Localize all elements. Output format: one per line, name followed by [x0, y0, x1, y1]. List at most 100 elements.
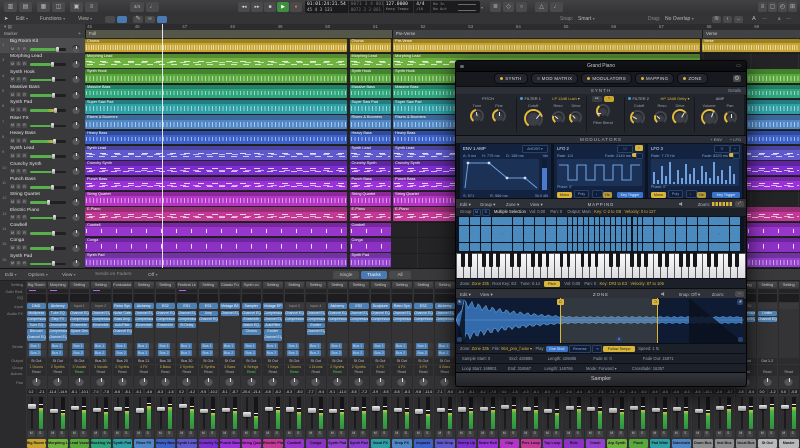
group-slot[interactable]: 1 Drums: [27, 365, 47, 370]
channel-setting-button[interactable]: Setting: [91, 282, 111, 288]
mixer-strip[interactable]: SettingAlchemyChannel EQCompressorBus 1B…: [327, 281, 348, 448]
lfo2-hz-icon[interactable]: Hz: [603, 192, 612, 198]
zone-cell[interactable]: [524, 234, 534, 242]
strip-mute-button[interactable]: M: [609, 431, 616, 437]
black-key[interactable]: [616, 253, 620, 267]
tab-mod-matrix[interactable]: MOD MATRIX: [531, 73, 579, 84]
loop-start[interactable]: Loop Start: 169801: [462, 366, 497, 371]
eq-thumbnail[interactable]: [70, 294, 90, 302]
mute-button[interactable]: M: [10, 245, 15, 250]
zrow-zone-name[interactable]: Zone 335: [472, 346, 489, 351]
strip-solo-button[interactable]: S: [661, 431, 668, 437]
region[interactable]: Risers & Boomers: [85, 115, 347, 129]
eq-thumbnail[interactable]: [263, 294, 283, 302]
fader-cap[interactable]: [652, 408, 660, 412]
fx-slot[interactable]: Tube EQ: [49, 311, 68, 317]
volume-slider[interactable]: [30, 94, 66, 97]
strip-name-label[interactable]: Punch Bass: [220, 439, 240, 448]
fx-slot[interactable]: Channel EQ: [264, 335, 283, 341]
zone-cell[interactable]: [546, 226, 556, 234]
volume-thumb[interactable]: [51, 62, 54, 67]
zone-cell[interactable]: [584, 234, 588, 242]
sample-end[interactable]: End: 426885: [509, 356, 532, 361]
lfo2-phase[interactable]: Phase: 0°: [557, 185, 573, 189]
solo-button[interactable]: S: [16, 230, 21, 235]
send-slot[interactable]: Bus 2: [135, 350, 154, 356]
eq-thumbnail[interactable]: [349, 294, 369, 302]
fader-cap[interactable]: [372, 406, 380, 410]
zone-cell[interactable]: [513, 243, 523, 251]
region[interactable]: Synth Lead: [85, 146, 347, 160]
fader-cap[interactable]: [265, 407, 273, 411]
region[interactable]: Verse: [702, 39, 800, 53]
zone-cell[interactable]: [611, 243, 615, 251]
zone-cell[interactable]: [643, 234, 653, 242]
fx-slot[interactable]: Compressor: [178, 317, 197, 323]
mixer-strip[interactable]: MorphingAlchemyTube EQStep FXChromaVerbC…: [48, 281, 69, 448]
zone-fit-icon[interactable]: ↔: [735, 291, 744, 297]
group-slot[interactable]: 2 Synths: [199, 365, 219, 370]
fader-cap[interactable]: [458, 407, 466, 411]
mapping-zoom-slider[interactable]: [712, 202, 732, 206]
fx-slot[interactable]: Compressor: [92, 317, 111, 323]
group-mute-button[interactable]: M: [473, 209, 481, 216]
zone-cell[interactable]: [595, 243, 599, 251]
region[interactable]: Chorus: [85, 39, 347, 53]
volume-slider[interactable]: [30, 171, 66, 174]
volume-thumb[interactable]: [52, 261, 55, 266]
mixer-icon[interactable]: ▣: [70, 2, 83, 12]
black-key[interactable]: [728, 253, 732, 267]
volume-thumb[interactable]: [52, 77, 55, 82]
zone-cell[interactable]: [654, 217, 664, 225]
input-slot[interactable]: [758, 303, 778, 310]
strip-solo-button[interactable]: S: [209, 431, 216, 437]
tune-knob[interactable]: [470, 109, 484, 123]
tool-button-2[interactable]: [117, 16, 127, 23]
pan-knob[interactable]: [72, 229, 80, 237]
region[interactable]: Conga: [350, 238, 391, 252]
fx-slot[interactable]: Match EQ: [242, 323, 261, 329]
strip-name-label[interactable]: Master: [779, 439, 799, 448]
zone-cell[interactable]: [481, 226, 491, 234]
mute-button[interactable]: M: [10, 184, 15, 189]
automation-mode-button[interactable]: Read: [199, 370, 219, 376]
zoom-slider-h[interactable]: —: [786, 16, 791, 22]
zone-cell[interactable]: [578, 226, 582, 234]
strip-mute-button[interactable]: M: [351, 431, 358, 437]
strip-pan-knob[interactable]: [204, 377, 213, 386]
pan-knob[interactable]: [72, 106, 80, 114]
add-marker-icon[interactable]: +: [78, 31, 81, 37]
zoom-h-icon[interactable]: ↔: [734, 16, 743, 23]
record-enable-button[interactable]: R: [22, 123, 27, 128]
strip-solo-button[interactable]: S: [639, 431, 646, 437]
strip-mute-button[interactable]: M: [71, 431, 78, 437]
strip-mute-button[interactable]: M: [566, 431, 573, 437]
mute-button[interactable]: M: [10, 138, 15, 143]
black-key[interactable]: [567, 253, 571, 267]
track-header[interactable]: 12String QuartetMSR: [0, 191, 85, 207]
tab-zone[interactable]: ZONE: [677, 73, 707, 84]
black-key[interactable]: [496, 253, 500, 267]
region[interactable]: Conga: [85, 238, 347, 252]
mixer-strip[interactable]: SettingInput 2Channel EQCompressorEnsemb…: [91, 281, 112, 448]
fader-cap[interactable]: [759, 405, 767, 409]
record-enable-button[interactable]: R: [22, 261, 27, 266]
fx-slot[interactable]: Ensemble: [135, 323, 154, 329]
send-slot[interactable]: Bus 1: [285, 343, 304, 349]
zone-cell[interactable]: [611, 217, 615, 225]
fx-slot[interactable]: Ensemble: [242, 317, 261, 323]
zone-cell[interactable]: [546, 243, 556, 251]
region[interactable]: Morphing Lead: [350, 54, 391, 68]
mixer-strip[interactable]: Big RoomDMDMultipressCompressorTube EQBi…: [26, 281, 47, 448]
record-enable-button[interactable]: R: [22, 199, 27, 204]
channel-setting-button[interactable]: Setting: [263, 282, 283, 288]
output-slot[interactable]: Bus 21: [134, 358, 154, 364]
strip-solo-button[interactable]: S: [510, 431, 517, 437]
strip-name-label[interactable]: Arp Synth: [607, 439, 627, 448]
group-slot[interactable]: 2 Synths: [177, 365, 197, 370]
group-vol[interactable]: Vol: 0.00: [529, 209, 545, 214]
send-slot[interactable]: Bus 1: [49, 343, 68, 349]
smart-controls-icon[interactable]: ◫: [52, 2, 65, 12]
zone-cell[interactable]: [665, 234, 675, 242]
zone-cell[interactable]: [676, 243, 686, 251]
